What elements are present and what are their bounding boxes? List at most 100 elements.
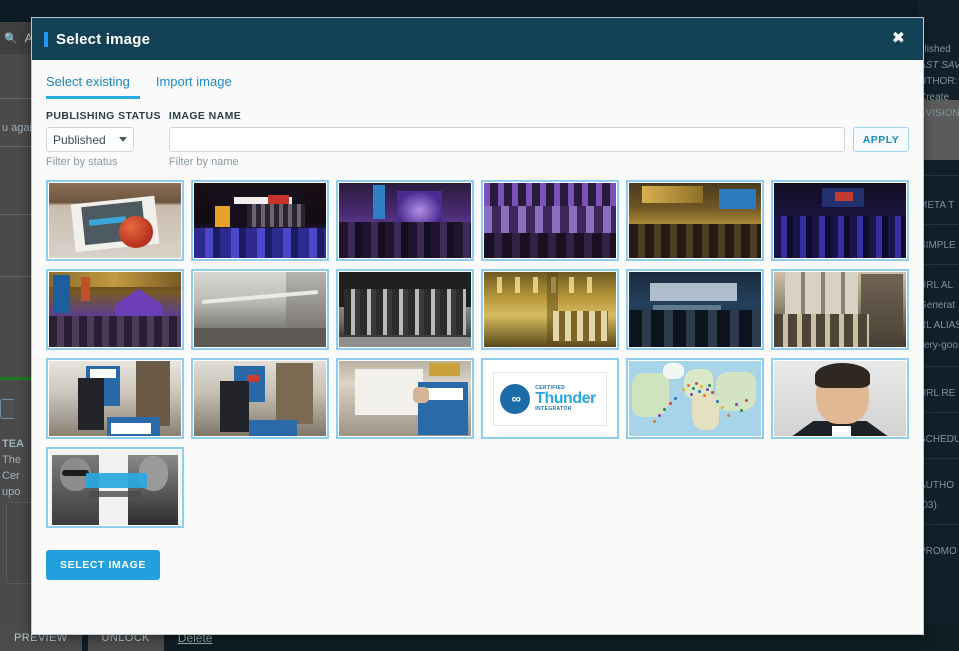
image-thumbnail-thunder-day-auditorium-seats[interactable]: [771, 180, 909, 261]
publishing-status-help: Filter by status: [46, 156, 118, 168]
modal-header: Select image ✖: [32, 18, 923, 60]
logo-bottom-label: INTEGRATOR: [535, 405, 572, 412]
image-thumbnail-thunder-for-professionals-banner[interactable]: [626, 269, 764, 350]
image-thumbnail-hotel-lobby-warm-lights[interactable]: [481, 269, 619, 350]
artwork-layer: [484, 232, 616, 258]
image-thumbnail-speaker-with-microphone-stage[interactable]: [46, 358, 184, 439]
artwork-layer: [834, 192, 854, 201]
map-pin-marker: [689, 392, 693, 396]
search-icon: 🔍: [4, 32, 18, 45]
artwork-layer: [692, 392, 719, 430]
thumbnail-artwork: [629, 183, 761, 258]
close-icon[interactable]: ✖: [886, 27, 911, 51]
artwork-layer: [650, 282, 738, 301]
artwork-layer: [373, 184, 386, 219]
artwork-layer: [194, 327, 326, 347]
artwork-layer: [111, 423, 151, 434]
artwork-layer: [115, 288, 163, 319]
apply-group: APPLY: [853, 110, 909, 152]
artwork-layer: [80, 276, 90, 301]
map-pin-marker: [687, 383, 691, 387]
image-thumbnail-thunder-instyle-playboy-duo[interactable]: [46, 447, 184, 528]
image-thumbnail-speaker-presenting-thunder-day[interactable]: [191, 358, 329, 439]
thumbnail-artwork: [194, 272, 326, 347]
artwork-layer: [663, 362, 685, 379]
title-accent-bar: [44, 31, 48, 47]
artwork-layer: [249, 419, 297, 436]
map-pin-marker: [739, 409, 743, 412]
map-pin-marker: [668, 402, 672, 406]
publishing-status-group: PUBLISHING STATUS Published Filter by st…: [46, 110, 161, 168]
artwork-layer: [428, 362, 461, 376]
modal-title: Select image: [56, 30, 151, 48]
image-name-input[interactable]: [168, 127, 845, 152]
image-thumbnail-venue-staircase-interior[interactable]: [191, 269, 329, 350]
tab-import-image[interactable]: Import image: [156, 66, 242, 99]
thumbnail-artwork: [194, 361, 326, 436]
thumbnail-artwork: ∞ CERTIFIED Thunder INTEGRATOR: [484, 361, 616, 436]
artwork-layer: [88, 490, 142, 497]
apply-button[interactable]: APPLY: [853, 127, 909, 152]
background-left-column: u again TEA The Cer upo: [0, 54, 38, 625]
artwork-layer: [339, 222, 471, 258]
logo-main-label: Thunder: [535, 389, 596, 407]
thumbnail-artwork: [774, 272, 906, 347]
background-left-fragment-1: TEA: [2, 438, 24, 450]
thumbnail-artwork: [49, 361, 181, 436]
background-input-stub: [0, 399, 14, 419]
certified-logo-box: ∞ CERTIFIED Thunder INTEGRATOR: [493, 371, 607, 426]
artwork-layer: [89, 368, 117, 378]
image-thumbnail-exhibition-booths-golden-light[interactable]: [626, 180, 764, 261]
map-pin-marker: [695, 382, 698, 385]
image-thumbnail-notebook-apple-on-desk[interactable]: [46, 180, 184, 261]
map-pin-marker: [710, 391, 714, 394]
map-pin-marker: [734, 403, 738, 406]
map-pin-marker: [663, 407, 667, 411]
image-thumbnail-its-thunder-day-stage-audience[interactable]: [191, 180, 329, 261]
artwork-layer: [718, 189, 756, 209]
image-thumbnail-certified-thunder-integrator-logo[interactable]: ∞ CERTIFIED Thunder INTEGRATOR: [481, 358, 619, 439]
artwork-layer: [629, 309, 761, 347]
thumbnail-artwork: [484, 183, 616, 258]
thumbnail-artwork: [49, 272, 181, 347]
image-thumbnail-portrait-smiling-man-suit[interactable]: [771, 358, 909, 439]
modal-tabs: Select existing Import image: [46, 60, 909, 99]
map-pin-marker: [652, 419, 656, 423]
modal-body: Select existing Import image PUBLISHING …: [32, 60, 923, 634]
artwork-layer: [774, 216, 906, 258]
artwork-layer: [62, 469, 89, 476]
select-image-button[interactable]: SELECT IMAGE: [46, 550, 160, 580]
select-image-modal: Select image ✖ Select existing Import im…: [31, 17, 924, 635]
thumbnail-artwork: [339, 272, 471, 347]
image-thumbnail-networking-foyer-attendees[interactable]: [771, 269, 909, 350]
artwork-layer: [246, 204, 305, 227]
artwork-layer: [832, 425, 851, 436]
thumbnail-artwork: [774, 183, 906, 258]
artwork-layer: [118, 216, 154, 248]
artwork-layer: [552, 311, 609, 341]
map-pin-marker: [705, 388, 709, 391]
image-thumbnail-presenter-at-projection-screen[interactable]: [336, 358, 474, 439]
background-progress-line: [0, 377, 35, 380]
image-thumbnail-expo-floor-purple-lighting[interactable]: [336, 180, 474, 261]
thumbnail-artwork: [629, 272, 761, 347]
artwork-layer: [629, 223, 761, 258]
image-thumbnail-world-map-with-location-pins[interactable]: [626, 358, 764, 439]
map-pin-marker: [726, 413, 730, 417]
artwork-layer: [339, 336, 471, 347]
map-pin-marker: [745, 398, 749, 402]
artwork-layer: [52, 275, 71, 313]
map-pin-marker: [681, 388, 685, 391]
tab-select-existing[interactable]: Select existing: [46, 66, 140, 99]
artwork-layer: [275, 362, 313, 424]
artwork-layer: [220, 380, 250, 432]
select-image-action-row: SELECT IMAGE: [46, 528, 909, 580]
image-thumbnail-award-winners-group-bw[interactable]: [336, 269, 474, 350]
thumbnail-artwork: [774, 361, 906, 436]
artwork-layer: [78, 377, 105, 430]
image-thumbnail-conference-hall-crowd[interactable]: [481, 180, 619, 261]
filter-bar: PUBLISHING STATUS Published Filter by st…: [46, 98, 909, 168]
image-thumbnail-thunder-market-hall-banners[interactable]: [46, 269, 184, 350]
image-name-group: IMAGE NAME Filter by name: [168, 110, 845, 168]
publishing-status-select[interactable]: Published: [46, 127, 134, 152]
